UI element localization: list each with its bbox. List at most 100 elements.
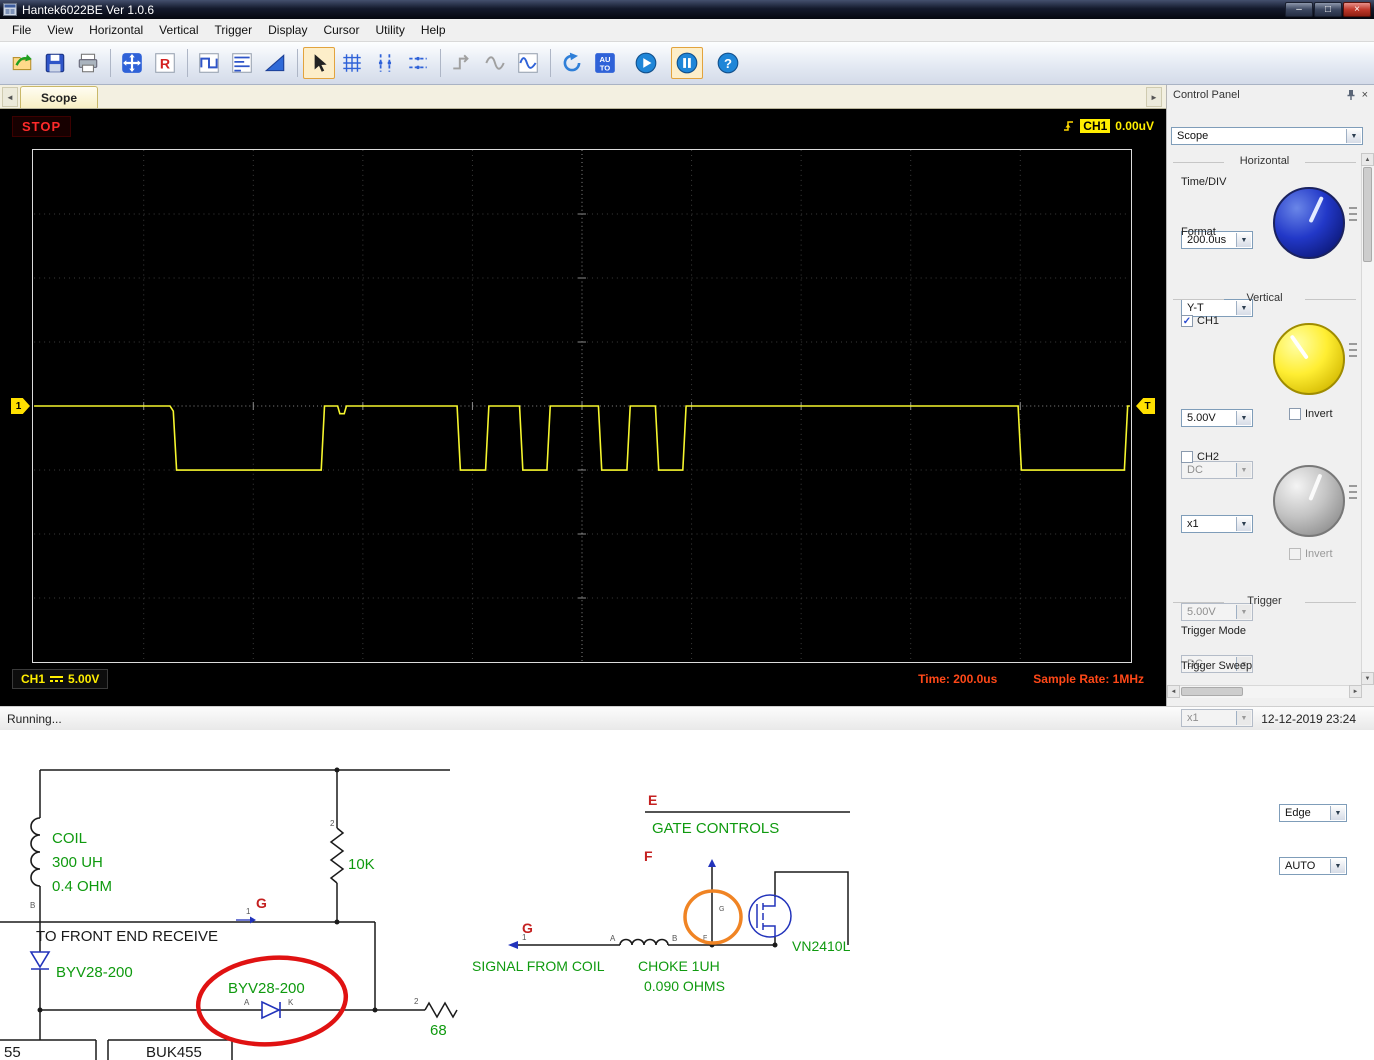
menu-view[interactable]: View xyxy=(39,20,81,40)
menu-vertical[interactable]: Vertical xyxy=(151,20,206,40)
ch1-coupling-select[interactable]: DC xyxy=(1181,461,1253,479)
sample-rate-readout: Sample Rate: 1MHz xyxy=(1033,672,1144,686)
pin-g-small-label: G xyxy=(719,906,724,913)
start-button[interactable] xyxy=(630,47,662,79)
ch1-enable-checkbox[interactable]: CH1 xyxy=(1181,315,1219,327)
vertical-cursors-button[interactable] xyxy=(369,47,401,79)
waveform-trace xyxy=(34,406,1130,470)
diode1-label: BYV28-200 xyxy=(56,964,133,981)
transistor-partial-label: BUK455 xyxy=(146,1044,202,1060)
readout-channel-label: CH1 xyxy=(21,672,45,686)
ch2-probe-select[interactable]: x1 xyxy=(1181,709,1253,727)
ch2-position-knob[interactable] xyxy=(1273,465,1345,537)
panel-close-icon[interactable]: × xyxy=(1362,89,1368,101)
node-g1-label: G xyxy=(256,895,267,911)
panel-vertical-scrollbar[interactable]: ▲ ▼ xyxy=(1361,153,1374,685)
timebase-readout: Time: 200.0us xyxy=(918,672,997,686)
trigger-sweep-label: Trigger Sweep xyxy=(1181,660,1252,672)
minimize-button[interactable]: – xyxy=(1285,2,1313,17)
waveform-icon xyxy=(516,51,540,75)
ch2-invert-label: Invert xyxy=(1305,548,1333,560)
scroll-up-arrow[interactable]: ▲ xyxy=(1361,153,1374,166)
status-text: Running... xyxy=(0,712,62,726)
pan-button[interactable] xyxy=(116,47,148,79)
vertical-scroll-thumb[interactable] xyxy=(1363,167,1372,262)
pause-button[interactable] xyxy=(671,47,703,79)
trigger-section-title: Trigger xyxy=(1167,595,1362,607)
panel-horizontal-scrollbar[interactable]: ◄ ► xyxy=(1167,685,1362,698)
help-button[interactable]: ? xyxy=(712,47,744,79)
cursor-button[interactable] xyxy=(303,47,335,79)
menu-bar: File View Horizontal Vertical Trigger Di… xyxy=(0,19,1374,42)
help-icon: ? xyxy=(716,51,740,75)
save-button[interactable] xyxy=(39,47,71,79)
coil-resistance-label: 0.4 OHM xyxy=(52,878,112,895)
choke-label: CHOKE 1UH xyxy=(638,958,720,974)
tab-scroll-right[interactable]: ► xyxy=(1146,87,1162,107)
diode2-label: BYV28-200 xyxy=(228,980,305,997)
menu-help[interactable]: Help xyxy=(413,20,454,40)
scroll-down-arrow[interactable]: ▼ xyxy=(1361,672,1374,685)
cursor-icon xyxy=(307,51,331,75)
resistor-10k-symbol xyxy=(331,828,343,883)
svg-text:TO: TO xyxy=(600,64,611,73)
pin2b-label: 2 xyxy=(414,997,419,1006)
ch1-position-knob[interactable] xyxy=(1273,323,1345,395)
ch1-volts-select[interactable]: 5.00V xyxy=(1181,409,1253,427)
channel1-readout: CH1 5.00V xyxy=(12,669,108,689)
square-wave-button[interactable] xyxy=(193,47,225,79)
menu-horizontal[interactable]: Horizontal xyxy=(81,20,151,40)
grid-icon xyxy=(340,51,364,75)
wave-settings-button[interactable] xyxy=(226,47,258,79)
refresh-button[interactable] xyxy=(556,47,588,79)
ch1-invert-label: Invert xyxy=(1305,408,1333,420)
record-button[interactable]: R xyxy=(149,47,181,79)
format-label: Format xyxy=(1181,226,1216,238)
waveform-button[interactable] xyxy=(512,47,544,79)
tab-scroll-left[interactable]: ◄ xyxy=(2,87,18,107)
autoset-button[interactable]: AUTO xyxy=(589,47,621,79)
menu-file[interactable]: File xyxy=(4,20,39,40)
trigger-position-marker[interactable]: T xyxy=(1136,398,1155,414)
single-step-button[interactable] xyxy=(446,47,478,79)
menu-utility[interactable]: Utility xyxy=(367,20,412,40)
ch1-probe-select[interactable]: x1 xyxy=(1181,515,1253,533)
acquisition-status: STOP xyxy=(12,116,71,137)
roll-mode-button[interactable] xyxy=(479,47,511,79)
panel-mode-select[interactable]: Scope xyxy=(1171,127,1363,145)
open-button[interactable] xyxy=(6,47,38,79)
menu-trigger[interactable]: Trigger xyxy=(207,20,261,40)
menu-cursor[interactable]: Cursor xyxy=(315,20,367,40)
horizontal-cursors-button[interactable] xyxy=(402,47,434,79)
trigger-mode-select[interactable]: Edge xyxy=(1279,804,1347,822)
horizontal-knob[interactable] xyxy=(1273,187,1345,259)
ramp-button[interactable] xyxy=(259,47,291,79)
horizontal-scroll-thumb[interactable] xyxy=(1181,687,1243,696)
print-button[interactable] xyxy=(72,47,104,79)
gate-controls-label: GATE CONTROLS xyxy=(652,820,779,837)
menu-display[interactable]: Display xyxy=(260,20,315,40)
open-icon xyxy=(10,51,34,75)
maximize-button[interactable]: □ xyxy=(1314,2,1342,17)
pin2-label: 2 xyxy=(330,819,335,828)
close-button[interactable]: × xyxy=(1343,2,1371,17)
tab-scope[interactable]: Scope xyxy=(20,86,98,108)
save-icon xyxy=(43,51,67,75)
toolbar-separator xyxy=(440,49,441,77)
scroll-right-arrow[interactable]: ► xyxy=(1349,685,1362,698)
trigger-sweep-select[interactable]: AUTO xyxy=(1279,857,1347,875)
circuit-schematic: COIL 300 UH 0.4 OHM 10K BYV28-200 BYV28-… xyxy=(0,758,860,1060)
ch2-enable-checkbox[interactable]: CH2 xyxy=(1181,451,1219,463)
channel1-position-marker[interactable]: 1 xyxy=(11,398,30,414)
schematic-wires xyxy=(0,770,850,1040)
ch2-invert-checkbox[interactable]: Invert xyxy=(1289,548,1333,560)
ch1-invert-checkbox[interactable]: Invert xyxy=(1289,408,1333,420)
print-icon xyxy=(76,51,100,75)
scroll-left-arrow[interactable]: ◄ xyxy=(1167,685,1180,698)
horizontal-knob-ticks xyxy=(1349,207,1357,221)
signal-label: SIGNAL FROM COIL xyxy=(472,958,605,974)
node-e-label: E xyxy=(648,792,657,808)
grid-button[interactable] xyxy=(336,47,368,79)
pin-icon[interactable] xyxy=(1346,89,1356,101)
application-window: Hantek6022BE Ver 1.0.6 – □ × File View H… xyxy=(0,0,1374,1060)
